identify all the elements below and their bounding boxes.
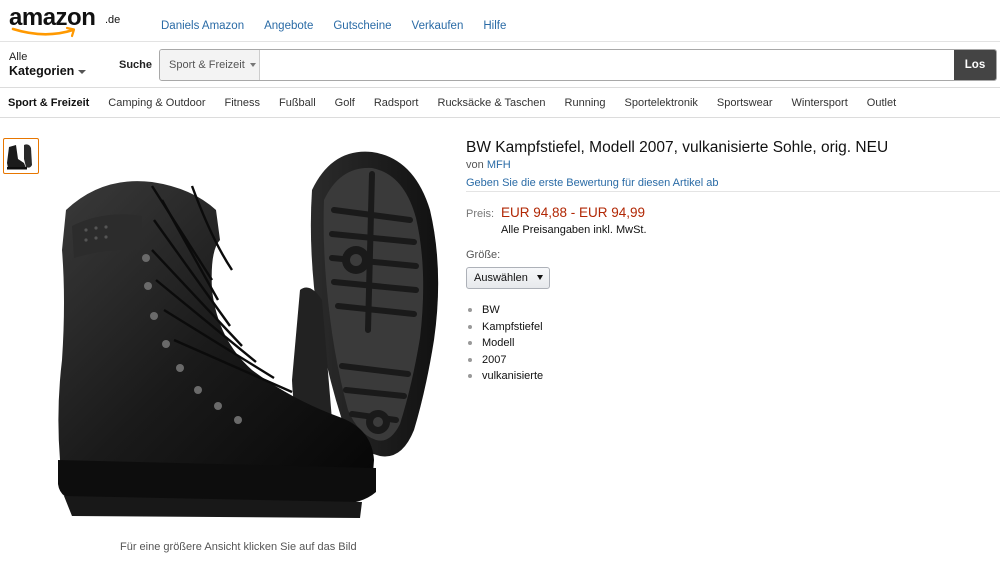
subnav-fussball[interactable]: Fußball [279, 97, 316, 109]
size-select-value: Auswählen [474, 272, 528, 284]
search-row: Alle Kategorien Suche Sport & Freizeit L… [0, 42, 1000, 88]
subnav-sport-freizeit[interactable]: Sport & Freizeit [8, 97, 89, 109]
top-nav: Daniels Amazon Angebote Gutscheine Verka… [161, 20, 526, 32]
price-note: Alle Preisangaben inkl. MwSt. [501, 224, 647, 236]
top-bar: amazon .de Daniels Amazon Angebote Gutsc… [0, 0, 1000, 42]
bullet-text: Kampfstiefel [482, 320, 543, 333]
search-scope-label: Sport & Freizeit [169, 59, 245, 71]
divider [466, 191, 1000, 192]
search-scope-dropdown[interactable]: Sport & Freizeit [160, 50, 260, 80]
chevron-down-icon [78, 69, 87, 74]
categories-text: Kategorien [9, 64, 75, 78]
bullet-text: 2007 [482, 353, 507, 366]
categories-big-label: Kategorien [9, 63, 87, 79]
list-item: BW [468, 302, 543, 319]
list-item: Kampfstiefel [468, 319, 543, 336]
subnav-sportswear[interactable]: Sportswear [717, 97, 773, 109]
amazon-logo[interactable]: amazon .de [9, 4, 121, 40]
nav-hilfe[interactable]: Hilfe [483, 20, 506, 32]
brand-link[interactable]: MFH [487, 159, 511, 171]
bullet-icon [468, 324, 472, 329]
bullet-text: Modell [482, 337, 515, 350]
nav-daniels-amazon[interactable]: Daniels Amazon [161, 20, 244, 32]
by-prefix: von [466, 159, 484, 171]
boot-thumbnail-image [7, 144, 32, 170]
product-title: BW Kampfstiefel, Modell 2007, vulkanisie… [466, 139, 889, 156]
feature-bullets: BW Kampfstiefel Modell 2007 vulkanisiert… [468, 302, 543, 385]
search-input[interactable] [260, 50, 954, 80]
search-box: Sport & Freizeit Los [159, 49, 997, 81]
product-thumbnail[interactable] [3, 138, 39, 174]
size-label: Größe: [466, 249, 501, 261]
category-subnav: Sport & Freizeit Camping & Outdoor Fitne… [0, 88, 1000, 118]
subnav-outlet[interactable]: Outlet [867, 97, 896, 109]
brand-byline: von MFH [466, 159, 511, 171]
subnav-fitness[interactable]: Fitness [225, 97, 260, 109]
subnav-wintersport[interactable]: Wintersport [792, 97, 848, 109]
write-review-link[interactable]: Geben Sie die erste Bewertung für diesen… [466, 177, 719, 189]
price-value: EUR 94,88 - EUR 94,99 [501, 205, 646, 220]
size-select[interactable]: Auswählen [466, 267, 550, 289]
chevron-down-icon [249, 63, 256, 67]
subnav-rucksaecke-taschen[interactable]: Rucksäcke & Taschen [438, 97, 546, 109]
subnav-camping-outdoor[interactable]: Camping & Outdoor [108, 97, 205, 109]
bullet-icon [468, 357, 472, 362]
logo-tld: .de [105, 14, 121, 26]
bullet-text: vulkanisierte [482, 370, 544, 383]
nav-angebote[interactable]: Angebote [264, 20, 313, 32]
bullet-icon [468, 308, 472, 313]
nav-verkaufen[interactable]: Verkaufen [412, 20, 464, 32]
subnav-golf[interactable]: Golf [335, 97, 355, 109]
bullet-icon [468, 374, 472, 379]
all-categories-menu[interactable]: Alle Kategorien [9, 51, 87, 79]
zoom-hint: Für eine größere Ansicht klicken Sie auf… [120, 541, 357, 553]
nav-gutscheine[interactable]: Gutscheine [333, 20, 391, 32]
list-item: 2007 [468, 352, 543, 369]
boot-product-image [58, 151, 439, 518]
search-go-button[interactable]: Los [954, 50, 996, 80]
categories-small-label: Alle [9, 51, 28, 63]
chevron-down-icon [537, 275, 543, 280]
bullet-text: BW [482, 304, 500, 317]
subnav-running[interactable]: Running [565, 97, 606, 109]
list-item: vulkanisierte [468, 368, 543, 385]
subnav-radsport[interactable]: Radsport [374, 97, 419, 109]
search-label: Suche [119, 59, 153, 71]
logo-smile-icon [11, 26, 76, 38]
price-label: Preis: [466, 208, 495, 220]
bullet-icon [468, 341, 472, 346]
list-item: Modell [468, 335, 543, 352]
subnav-sportelektronik[interactable]: Sportelektronik [625, 97, 698, 109]
product-main-image[interactable] [42, 130, 452, 532]
